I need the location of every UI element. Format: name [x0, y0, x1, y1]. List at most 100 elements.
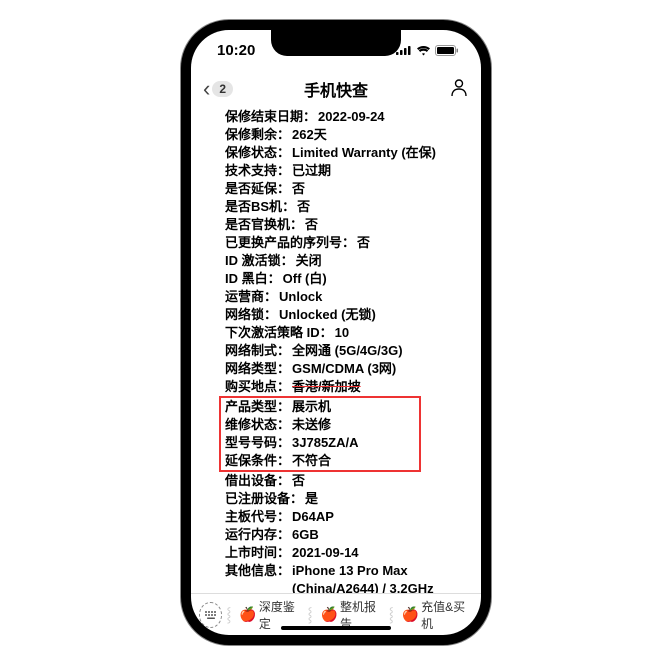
info-row: 是否官换机：否 — [225, 216, 465, 234]
notch — [271, 30, 401, 56]
phone-frame: 10:20 ‹ 2 手机快查 保修结束 — [181, 20, 491, 645]
status-indicators — [396, 45, 459, 56]
row-label: 技术支持 — [225, 162, 277, 180]
info-row: 是否延保：否 — [225, 180, 465, 198]
apple-icon: 🍎 — [239, 606, 256, 623]
row-value: 未送修 — [292, 416, 331, 434]
colon: ： — [277, 416, 290, 434]
info-row: 产品类型：展示机 — [225, 398, 359, 416]
row-label: 是否BS机 — [225, 198, 282, 216]
info-row: 是否BS机：否 — [225, 198, 465, 216]
back-button[interactable]: ‹ 2 — [203, 78, 233, 100]
row-value: 香港/新加坡 — [292, 378, 361, 396]
info-row: 已更换产品的序列号：否 — [225, 234, 465, 252]
row-value: Unlock — [279, 288, 322, 306]
info-row: 网络类型：GSM/CDMA (3网) — [225, 360, 465, 378]
info-row: 其他信息：iPhone 13 Pro Max (China/A2644) / 3… — [225, 562, 465, 593]
info-row: 购买地点：香港/新加坡 — [225, 378, 465, 396]
row-value: 否 — [292, 472, 305, 490]
row-value: 10 — [335, 324, 349, 342]
recharge-buy-button[interactable]: 🍎 充值&买机 — [398, 598, 473, 632]
row-value: iPhone 13 Pro Max (China/A2644) / 3.2GHz — [292, 562, 465, 593]
keyboard-icon — [204, 610, 218, 620]
info-row: 网络锁：Unlocked (无锁) — [225, 306, 465, 324]
row-value: 关闭 — [296, 252, 322, 270]
row-label: 保修剩余 — [225, 126, 277, 144]
colon: ： — [277, 508, 290, 526]
colon: ： — [277, 378, 290, 396]
row-label: 网络锁 — [225, 306, 264, 324]
row-label: 已注册设备 — [225, 490, 290, 508]
info-row: 网络制式：全网通 (5G/4G/3G) — [225, 342, 465, 360]
colon: ： — [282, 198, 295, 216]
row-value: 展示机 — [292, 398, 331, 416]
status-time: 10:20 — [217, 42, 255, 59]
divider: ⸾ — [226, 605, 231, 624]
row-label: 运行内存 — [225, 526, 277, 544]
row-value: 2021-09-14 — [292, 544, 359, 562]
info-row: 运行内存：6GB — [225, 526, 465, 544]
row-label: 维修状态 — [225, 416, 277, 434]
colon: ： — [342, 234, 355, 252]
nav-bar: ‹ 2 手机快查 — [191, 70, 481, 108]
info-row: 上市时间：2021-09-14 — [225, 544, 465, 562]
info-row: 已注册设备：是 — [225, 490, 465, 508]
apple-icon: 🍎 — [402, 606, 419, 623]
back-badge: 2 — [212, 81, 233, 97]
info-row: ID 激活锁：关闭 — [225, 252, 465, 270]
colon: ： — [264, 306, 277, 324]
row-value: D64AP — [292, 508, 334, 526]
colon: ： — [320, 324, 333, 342]
info-row: ID 黑白：Off (白) — [225, 270, 465, 288]
colon: ： — [264, 288, 277, 306]
row-value: 全网通 (5G/4G/3G) — [292, 342, 403, 360]
info-row: 型号号码：3J785ZA/A — [225, 434, 359, 452]
colon: ： — [277, 126, 290, 144]
keyboard-button[interactable] — [199, 602, 222, 628]
profile-button[interactable] — [449, 77, 469, 102]
divider: ⸾ — [308, 605, 313, 624]
recharge-buy-label: 充值&买机 — [421, 598, 469, 632]
row-label: 主板代号 — [225, 508, 277, 526]
info-row: 保修状态：Limited Warranty (在保) — [225, 144, 465, 162]
colon: ： — [290, 216, 303, 234]
page-title: 手机快查 — [304, 77, 368, 101]
row-value: Off (白) — [283, 270, 327, 288]
row-label: 下次激活策略 ID — [225, 324, 320, 342]
row-label: 购买地点 — [225, 378, 277, 396]
row-value: 2022-09-24 — [318, 108, 385, 126]
home-indicator[interactable] — [281, 626, 391, 630]
colon: ： — [268, 270, 281, 288]
colon: ： — [277, 452, 290, 470]
row-value: 否 — [357, 234, 370, 252]
row-label: 网络制式 — [225, 342, 277, 360]
colon: ： — [277, 544, 290, 562]
row-value: 不符合 — [292, 452, 331, 470]
phone-screen: 10:20 ‹ 2 手机快查 保修结束 — [191, 30, 481, 635]
row-value: 否 — [297, 198, 310, 216]
apple-icon: 🍎 — [321, 606, 338, 623]
row-value: 否 — [305, 216, 318, 234]
row-label: 网络类型 — [225, 360, 277, 378]
row-value: Limited Warranty (在保) — [292, 144, 436, 162]
colon: ： — [277, 162, 290, 180]
colon: ： — [277, 360, 290, 378]
info-row: 保修剩余：262天 — [225, 126, 465, 144]
row-label: 延保条件 — [225, 452, 277, 470]
colon: ： — [277, 342, 290, 360]
row-value: 是 — [305, 490, 318, 508]
row-label: 上市时间 — [225, 544, 277, 562]
info-row: 维修状态：未送修 — [225, 416, 359, 434]
row-value: 6GB — [292, 526, 319, 544]
highlight-box: 产品类型：展示机维修状态：未送修型号号码：3J785ZA/A延保条件：不符合 — [219, 396, 421, 472]
content-area[interactable]: 保修结束日期：2022-09-24保修剩余：262天保修状态：Limited W… — [191, 108, 481, 593]
person-icon — [449, 77, 469, 97]
colon: ： — [277, 434, 290, 452]
row-label: 借出设备 — [225, 472, 277, 490]
row-value: Unlocked (无锁) — [279, 306, 376, 324]
row-value: 262天 — [292, 126, 327, 144]
colon: ： — [303, 108, 316, 126]
colon: ： — [277, 472, 290, 490]
info-row: 下次激活策略 ID：10 — [225, 324, 465, 342]
row-value: 否 — [292, 180, 305, 198]
